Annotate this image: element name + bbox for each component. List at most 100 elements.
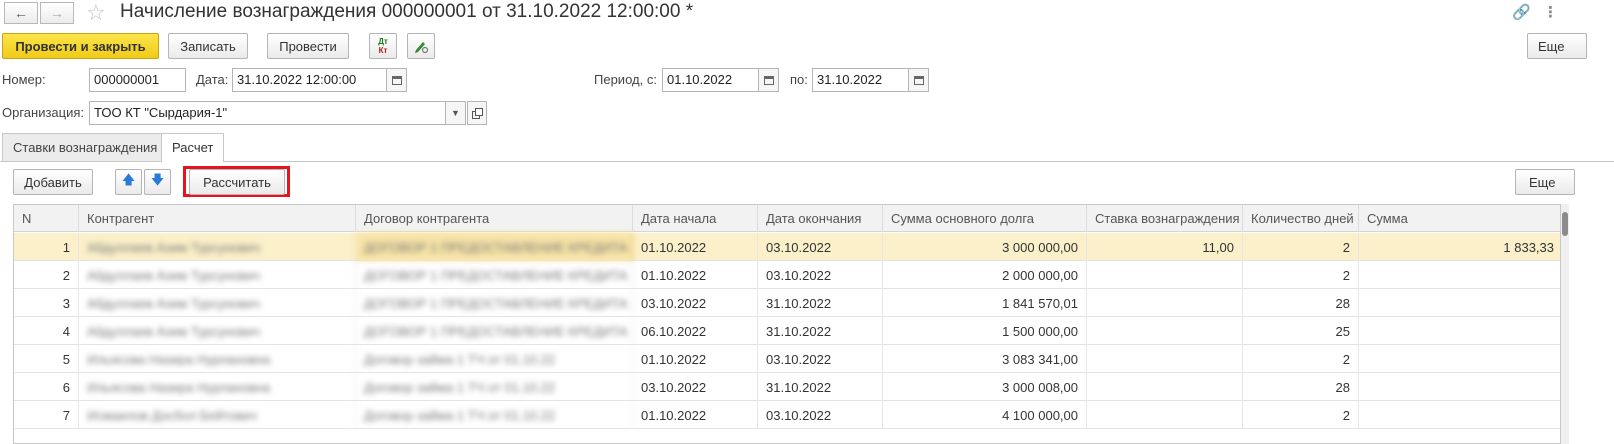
cell-sum[interactable] — [1359, 289, 1560, 317]
cell-contract[interactable]: ДОГОВОР 1 ПРЕДОСТАВЛЕНИЕ КРЕДИТА — [356, 233, 633, 261]
post-and-close-button[interactable]: Провести и закрыть — [2, 33, 159, 59]
tab-calculation[interactable]: Расчет — [161, 133, 225, 162]
favorite-star-icon[interactable]: ☆ — [86, 0, 106, 26]
cell-sum[interactable] — [1359, 317, 1560, 345]
cell-principal[interactable]: 3 000 000,00 — [883, 233, 1087, 261]
cell-n[interactable]: 7 — [14, 401, 79, 429]
cell-start-date[interactable]: 01.10.2022 — [633, 233, 758, 261]
period-to-calendar-button[interactable] — [909, 68, 929, 92]
table-row[interactable]: 2 Абдуллаев Азим Турсунович ДОГОВОР 1 ПРЕД… — [14, 261, 1560, 289]
column-header-rate[interactable]: Ставка вознаграждения — [1087, 205, 1243, 232]
move-down-button[interactable]: 🡇 — [144, 169, 171, 195]
post-button[interactable]: Провести — [267, 33, 349, 59]
cell-contract[interactable]: ДОГОВОР 1 ПРЕДОСТАВЛЕНИЕ КРЕДИТА — [356, 317, 633, 345]
cell-start-date[interactable]: 06.10.2022 — [633, 317, 758, 345]
save-button[interactable]: Записать — [168, 33, 248, 59]
period-from-field[interactable]: 01.10.2022 — [662, 68, 759, 92]
cell-counterparty[interactable]: Ильясова Назира Нурлановна — [79, 345, 356, 373]
cell-rate[interactable]: 11,00 — [1087, 233, 1243, 261]
cell-sum[interactable]: 1 833,33 — [1359, 233, 1560, 261]
column-header-n[interactable]: N — [14, 205, 79, 232]
cell-end-date[interactable]: 03.10.2022 — [758, 261, 883, 289]
cell-n[interactable]: 6 — [14, 373, 79, 401]
back-button[interactable]: ← — [4, 2, 38, 24]
cell-rate[interactable] — [1087, 317, 1243, 345]
cell-principal[interactable]: 1 500 000,00 — [883, 317, 1087, 345]
cell-contract[interactable]: Договор займа 1 ТЧ от 01.10.22 — [356, 401, 633, 429]
link-icon[interactable]: 🔗 — [1512, 3, 1531, 21]
cell-sum[interactable] — [1359, 401, 1560, 429]
table-row[interactable]: 1 Абдуллаев Азим Турсунович ДОГОВОР 1 ПРЕД… — [14, 233, 1560, 261]
cell-principal[interactable]: 1 841 570,01 — [883, 289, 1087, 317]
cell-start-date[interactable]: 01.10.2022 — [633, 345, 758, 373]
date-field[interactable]: 31.10.2022 12:00:00 — [232, 68, 387, 92]
cell-contract[interactable]: Договор займа 1 ТЧ от 01.10.22 — [356, 373, 633, 401]
cell-days[interactable]: 25 — [1243, 317, 1359, 345]
column-header-sum[interactable]: Сумма — [1359, 205, 1560, 232]
table-scrollbar[interactable] — [1561, 204, 1569, 444]
cell-days[interactable]: 28 — [1243, 373, 1359, 401]
cell-contract[interactable]: Договор займа 1 ТЧ от 01.10.22 — [356, 345, 633, 373]
cell-rate[interactable] — [1087, 345, 1243, 373]
dt-kt-report-button[interactable]: Дт Кт — [369, 33, 397, 59]
edit-pen-button[interactable] — [407, 33, 435, 59]
cell-days[interactable]: 2 — [1243, 233, 1359, 261]
table-row[interactable]: 6 Ильясова Назира Нурлановна Договор займа… — [14, 373, 1560, 401]
table-more-button[interactable]: Еще — [1515, 169, 1575, 195]
calculate-button[interactable]: Рассчитать — [189, 169, 285, 195]
column-header-counterparty[interactable]: Контрагент — [79, 205, 356, 232]
cell-rate[interactable] — [1087, 373, 1243, 401]
move-up-button[interactable]: 🡅 — [115, 169, 142, 195]
cell-n[interactable]: 1 — [14, 233, 79, 261]
cell-start-date[interactable]: 01.10.2022 — [633, 401, 758, 429]
table-scrollbar-thumb[interactable] — [1562, 212, 1568, 236]
cell-days[interactable]: 2 — [1243, 401, 1359, 429]
cell-counterparty[interactable]: Абдуллаев Азим Турсунович — [79, 261, 356, 289]
period-from-calendar-button[interactable] — [759, 68, 779, 92]
column-header-principal[interactable]: Сумма основного долга — [883, 205, 1087, 232]
cell-principal[interactable]: 3 083 341,00 — [883, 345, 1087, 373]
cell-counterparty[interactable]: Абдуллаев Азим Турсунович — [79, 317, 356, 345]
cell-end-date[interactable]: 03.10.2022 — [758, 233, 883, 261]
cell-end-date[interactable]: 31.10.2022 — [758, 289, 883, 317]
cell-counterparty[interactable]: Абдуллаев Азим Турсунович — [79, 233, 356, 261]
more-menu-icon[interactable]: ⋮ — [1543, 3, 1558, 21]
column-header-start-date[interactable]: Дата начала — [633, 205, 758, 232]
cell-n[interactable]: 2 — [14, 261, 79, 289]
cell-sum[interactable] — [1359, 261, 1560, 289]
cell-principal[interactable]: 2 000 000,00 — [883, 261, 1087, 289]
cell-n[interactable]: 4 — [14, 317, 79, 345]
cell-rate[interactable] — [1087, 289, 1243, 317]
cell-sum[interactable] — [1359, 345, 1560, 373]
cell-rate[interactable] — [1087, 401, 1243, 429]
number-field[interactable]: 000000001 — [89, 68, 186, 92]
column-header-end-date[interactable]: Дата окончания — [758, 205, 883, 232]
cell-n[interactable]: 3 — [14, 289, 79, 317]
cell-counterparty[interactable]: Исмаилов Досбол Бейтович — [79, 401, 356, 429]
date-calendar-button[interactable] — [387, 68, 407, 92]
organization-open-button[interactable] — [467, 101, 487, 125]
cell-principal[interactable]: 3 000 008,00 — [883, 373, 1087, 401]
cell-days[interactable]: 2 — [1243, 261, 1359, 289]
cell-counterparty[interactable]: Ильясова Назира Нурлановна — [79, 373, 356, 401]
cell-n[interactable]: 5 — [14, 345, 79, 373]
cell-rate[interactable] — [1087, 261, 1243, 289]
cell-start-date[interactable]: 01.10.2022 — [633, 261, 758, 289]
tab-rates[interactable]: Ставки вознаграждения — [2, 133, 169, 161]
organization-field[interactable]: ТОО КТ "Сырдария-1" — [89, 101, 446, 125]
more-button[interactable]: Еще — [1527, 33, 1587, 59]
cell-start-date[interactable]: 03.10.2022 — [633, 373, 758, 401]
cell-days[interactable]: 2 — [1243, 345, 1359, 373]
cell-days[interactable]: 28 — [1243, 289, 1359, 317]
cell-end-date[interactable]: 03.10.2022 — [758, 401, 883, 429]
forward-button[interactable]: → — [40, 2, 74, 24]
table-row[interactable]: 4 Абдуллаев Азим Турсунович ДОГОВОР 1 ПРЕД… — [14, 317, 1560, 345]
cell-principal[interactable]: 4 100 000,00 — [883, 401, 1087, 429]
cell-contract[interactable]: ДОГОВОР 1 ПРЕДОСТАВЛЕНИЕ КРЕДИТА — [356, 261, 633, 289]
table-row[interactable]: 5 Ильясова Назира Нурлановна Договор займа… — [14, 345, 1560, 373]
column-header-contract[interactable]: Договор контрагента — [356, 205, 633, 232]
table-row[interactable]: 7 Исмаилов Досбол Бейтович Договор займа 1… — [14, 401, 1560, 429]
column-header-days[interactable]: Количество дней — [1243, 205, 1359, 232]
period-to-field[interactable]: 31.10.2022 — [812, 68, 909, 92]
organization-dropdown-button[interactable]: ▼ — [446, 101, 466, 125]
